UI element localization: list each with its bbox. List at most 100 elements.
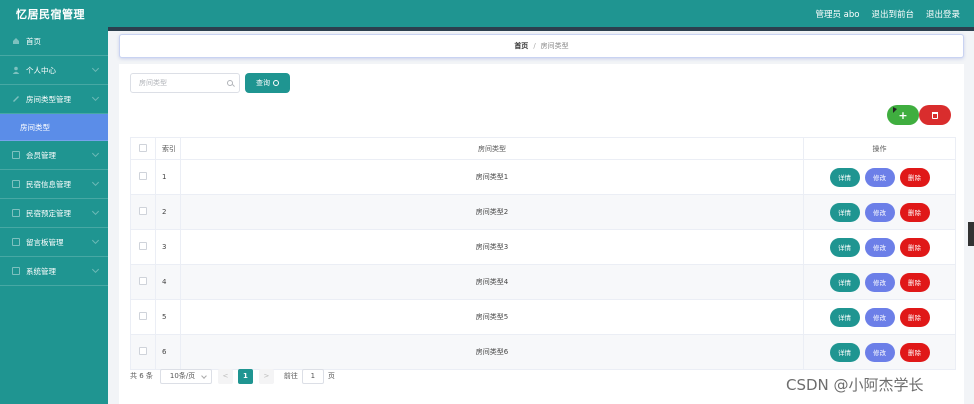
sidebar-item-message-board[interactable]: 留言板管理 [0, 228, 108, 257]
add-button-label: + [898, 108, 908, 122]
row-checkbox-cell [130, 229, 156, 265]
chevron-down-icon [91, 149, 100, 158]
add-button[interactable]: + [887, 105, 919, 125]
detail-button[interactable]: 详情 [829, 342, 860, 362]
page-word: 页 [327, 372, 335, 380]
row-checkbox-cell [130, 264, 156, 300]
row-room-type: 房间类型4 [180, 264, 804, 300]
sidebar: 首页 个人中心 房间类型管理 房间类型 会员管理 民宿信息管理 民宿预定管理 留… [0, 27, 108, 404]
sidebar-item-profile[interactable]: 个人中心 [0, 56, 108, 85]
edit-button[interactable]: 修改 [864, 167, 895, 187]
search-icon [227, 80, 233, 86]
page-size-select[interactable]: 10条/页 [159, 368, 212, 384]
row-operations: 详情 修改 删除 [803, 194, 956, 230]
row-operations: 详情 修改 删除 [803, 159, 956, 195]
row-room-type: 房间类型2 [180, 194, 804, 230]
chevron-down-icon [91, 265, 100, 274]
row-room-type: 房间类型5 [180, 299, 804, 335]
row-operations: 详情 修改 删除 [803, 334, 956, 370]
detail-button[interactable]: 详情 [829, 307, 860, 327]
chevron-down-icon [91, 178, 100, 187]
main-content: 首页 / 房间类型 房间类型 查询 + 索引 房间类型 操作 1 房间类型1 详… [108, 31, 974, 404]
detail-button[interactable]: 详情 [829, 167, 860, 187]
sidebar-item-label: 民宿预定管理 [26, 208, 71, 218]
detail-button[interactable]: 详情 [829, 272, 860, 292]
breadcrumb-home[interactable]: 首页 [514, 41, 528, 51]
sidebar-item-label: 房间类型管理 [26, 94, 71, 104]
edit-button[interactable]: 修改 [864, 202, 895, 222]
page-number-current[interactable]: 1 [237, 368, 253, 384]
sidebar-item-room-type-mgmt[interactable]: 房间类型管理 [0, 85, 108, 114]
row-index: 3 [155, 229, 181, 265]
edit-button[interactable]: 修改 [864, 307, 895, 327]
edit-button[interactable]: 修改 [864, 342, 895, 362]
row-checkbox[interactable] [139, 277, 147, 285]
folder-icon [12, 95, 20, 103]
search-placeholder: 房间类型 [139, 79, 167, 87]
chevron-down-icon [91, 93, 100, 102]
row-checkbox-cell [130, 159, 156, 195]
sidebar-item-booking[interactable]: 民宿预定管理 [0, 199, 108, 228]
search-icon [273, 80, 279, 86]
content-panel: 房间类型 查询 + 索引 房间类型 操作 1 房间类型1 详情 修改 删除 2 … [119, 64, 964, 404]
row-room-type: 房间类型6 [180, 334, 804, 370]
search-input[interactable]: 房间类型 [130, 73, 240, 93]
header-room-type: 房间类型 [180, 137, 804, 160]
next-page-button[interactable]: > [258, 368, 274, 384]
sidebar-item-home[interactable]: 首页 [0, 27, 108, 56]
table-row: 1 房间类型1 详情 修改 删除 [130, 159, 956, 195]
sidebar-item-system[interactable]: 系统管理 [0, 257, 108, 286]
edit-button[interactable]: 修改 [864, 272, 895, 292]
info-icon [12, 180, 20, 188]
delete-button[interactable]: 删除 [899, 237, 930, 257]
room-type-table: 索引 房间类型 操作 1 房间类型1 详情 修改 删除 2 房间类型2 详情 修… [130, 137, 956, 370]
pagination: 共 6 条 10条/页 < 1 > 前往 1 页 [130, 368, 335, 384]
search-button[interactable]: 查询 [245, 73, 290, 93]
row-checkbox[interactable] [139, 207, 147, 215]
detail-button[interactable]: 详情 [829, 202, 860, 222]
edit-button[interactable]: 修改 [864, 237, 895, 257]
exit-to-front-link[interactable]: 退出到前台 [871, 8, 914, 20]
booking-icon [12, 209, 20, 217]
sidebar-subitem-room-type[interactable]: 房间类型 [0, 114, 108, 141]
batch-delete-button[interactable] [919, 105, 951, 125]
select-all-checkbox[interactable] [139, 143, 147, 152]
page-size-value: 10条/页 [169, 372, 196, 380]
delete-button[interactable]: 删除 [899, 167, 930, 187]
detail-button[interactable]: 详情 [829, 237, 860, 257]
goto-page-input[interactable]: 1 [301, 368, 324, 384]
row-room-type: 房间类型3 [180, 229, 804, 265]
delete-button[interactable]: 删除 [899, 202, 930, 222]
prev-page-button[interactable]: < [217, 368, 233, 384]
table-row: 3 房间类型3 详情 修改 删除 [130, 229, 956, 265]
goto-label: 前往 [283, 372, 298, 380]
table-header-row: 索引 房间类型 操作 [130, 137, 956, 160]
chevron-down-icon [91, 64, 100, 73]
scroll-handle[interactable] [968, 222, 974, 246]
delete-button[interactable]: 删除 [899, 272, 930, 292]
row-checkbox[interactable] [139, 172, 147, 180]
delete-button[interactable]: 删除 [899, 307, 930, 327]
sidebar-item-homestay-info[interactable]: 民宿信息管理 [0, 170, 108, 199]
message-icon [12, 238, 20, 246]
table-row: 4 房间类型4 详情 修改 删除 [130, 264, 956, 300]
header-index: 索引 [155, 137, 181, 160]
total-count: 共 6 条 [130, 372, 153, 380]
row-checkbox[interactable] [139, 347, 147, 355]
home-icon [12, 37, 20, 45]
sidebar-item-label: 个人中心 [26, 65, 56, 75]
delete-button[interactable]: 删除 [899, 342, 930, 362]
row-index: 5 [155, 299, 181, 335]
sidebar-item-label: 民宿信息管理 [26, 179, 71, 189]
watermark: CSDN @小阿杰学长 [786, 376, 924, 394]
sidebar-item-label: 系统管理 [26, 266, 56, 276]
row-checkbox-cell [130, 334, 156, 370]
row-checkbox[interactable] [139, 312, 147, 320]
chevron-down-icon [91, 207, 100, 216]
sidebar-subitem-label: 房间类型 [20, 122, 50, 132]
row-checkbox[interactable] [139, 242, 147, 250]
sidebar-item-label: 首页 [26, 36, 41, 46]
logout-link[interactable]: 退出登录 [926, 8, 960, 20]
breadcrumb: 首页 / 房间类型 [119, 34, 964, 58]
sidebar-item-members[interactable]: 会员管理 [0, 141, 108, 170]
